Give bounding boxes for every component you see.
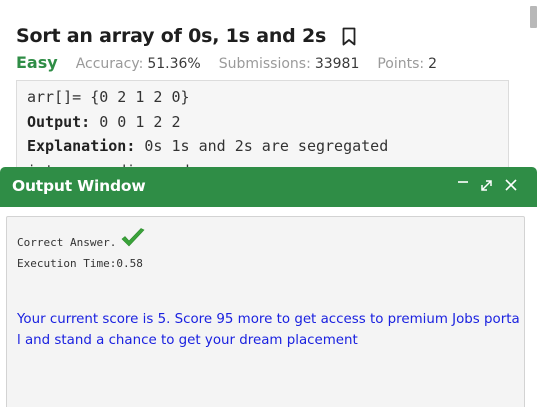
bookmark-icon[interactable] [342,27,356,46]
example-explanation: Explanation: 0s 1s and 2s are segregated [27,134,498,159]
minimize-icon[interactable] [454,175,471,195]
title-row: Sort an array of 0s, 1s and 2s [16,22,514,50]
check-icon [119,227,147,251]
example-block: arr[]= {0 2 1 2 0} Output: 0 0 1 2 2 Exp… [16,80,509,180]
problem-header: Sort an array of 0s, 1s and 2s Easy Accu… [16,22,514,72]
submissions-value: 33981 [314,56,360,72]
example-output-label: Output: [27,112,91,131]
score-message: Your current score is 5. Score 95 more t… [17,312,520,348]
difficulty-badge: Easy [16,53,58,72]
output-window: Output Window Correct Answer. Execution … [0,167,537,407]
submissions-label: Submissions: [218,56,311,72]
window-controls [454,175,519,195]
result-text: Correct Answer. [17,235,117,249]
accuracy-value: 51.36% [147,56,201,72]
problem-title: Sort an array of 0s, 1s and 2s [16,25,327,47]
page-scrollbar-thumb[interactable] [530,6,537,28]
output-window-title: Output Window [12,177,146,195]
points-label: Points: [377,56,425,72]
result-line: Correct Answer. [17,228,147,251]
output-body: Correct Answer. Execution Time:0.58 Your… [6,216,525,407]
problem-meta: Easy Accuracy: 51.36% Submissions: 33981… [16,53,514,72]
expand-icon[interactable] [478,175,495,195]
example-output: Output: 0 0 1 2 2 [27,110,498,135]
execution-time: Execution Time:0.58 [17,257,143,270]
example-input: arr[]= {0 2 1 2 0} [27,88,190,106]
example-output-value: 0 0 1 2 2 [90,112,181,131]
points-value: 2 [428,56,438,72]
accuracy-label: Accuracy: [75,56,144,72]
example-explanation-label: Explanation: [27,137,136,155]
close-icon[interactable] [502,175,519,195]
example-explanation-value: 0s 1s and 2s are segregated [135,137,389,155]
output-titlebar[interactable]: Output Window [0,167,537,207]
